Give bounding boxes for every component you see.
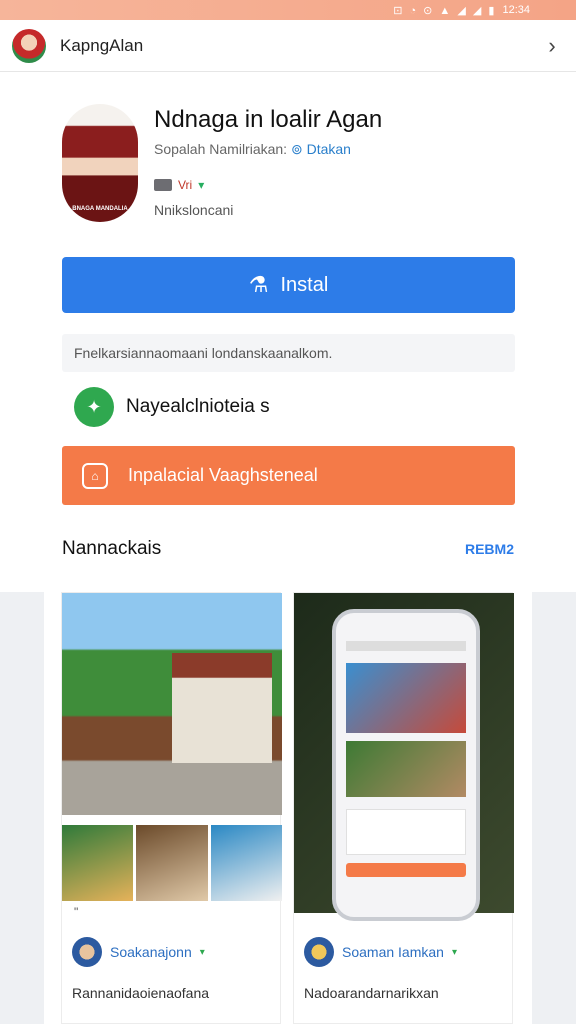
phone-photo <box>294 593 514 921</box>
rating-row: Vri ▾ <box>154 178 204 192</box>
card-caption: " <box>74 905 79 919</box>
phone-header <box>346 641 466 651</box>
install-icon: ⚗ <box>248 272 269 297</box>
photo-thumbnails <box>62 825 282 901</box>
app-icon-image: BNAGA MANDALIA <box>62 104 138 222</box>
app-subtitle: Sopalah Namilriakan: ⊚ Dtakan <box>154 141 351 158</box>
phone-post <box>346 809 466 855</box>
status-time: 12:34 <box>502 4 530 16</box>
phone-mockup <box>332 609 480 921</box>
content-rating-icon <box>154 179 172 191</box>
feed-card[interactable]: " Soakanajonn ▾ Rannanidaoienaofana <box>61 592 282 1024</box>
promo-label: Inpalacial Vaaghsteneal <box>128 465 318 485</box>
card-footer: Rannanidaoienaofana <box>72 985 210 1001</box>
install-button[interactable]: ⚗ Instal <box>62 257 515 313</box>
app-bar: KapngAlan › <box>0 20 576 72</box>
author-name: Soakanajonn <box>110 944 192 960</box>
feature-icon: ✦ <box>74 387 114 427</box>
app-bar-title: KapngAlan <box>60 35 144 55</box>
thumbnail[interactable] <box>210 825 282 901</box>
feature-row[interactable]: ✦ Nayealclnioteia s <box>74 386 270 428</box>
app-subtitle-text: Sopalah Namilriakan: <box>154 141 288 157</box>
status-icons: ⊡ ◔ ⊙ ▲ ◢ ◢ ▮ <box>393 4 497 17</box>
home-icon: ⌂ <box>82 462 108 489</box>
status-bar: ⊡ ◔ ⊙ ▲ ◢ ◢ ▮ 12:34 <box>0 0 576 20</box>
app-name: Ndnaga in loalir Agan <box>154 106 383 133</box>
info-strip: Fnelkarsiannaomaani londanskaanalkom. <box>62 334 515 372</box>
promo-button[interactable]: ⌂ Inpalacial Vaaghsteneal <box>62 446 515 505</box>
install-label: Instal <box>280 273 329 296</box>
feature-label: Nayealclnioteia s <box>126 396 270 417</box>
verified-icon: ▾ <box>451 946 457 958</box>
house-shape <box>172 653 272 763</box>
phone-image <box>346 663 466 733</box>
section-link[interactable]: REBM2 <box>465 541 514 557</box>
card-footer: Nadoarandarnarikxan <box>304 985 439 1001</box>
phone-image <box>346 741 466 797</box>
section-title: Nannackais <box>62 538 162 559</box>
developer-link[interactable]: ⊚ Dtakan <box>291 141 351 157</box>
thumbnail[interactable] <box>136 825 208 901</box>
rating-badge: Vri <box>178 178 193 192</box>
app-avatar[interactable] <box>12 28 46 63</box>
avatar <box>72 937 102 967</box>
author-name: Soaman Iamkan <box>342 944 444 960</box>
avatar <box>304 937 334 967</box>
phone-button <box>346 863 466 877</box>
feed-card[interactable]: Soaman Iamkan ▾ Nadoarandarnarikxan <box>293 592 514 1024</box>
village-photo <box>62 593 282 815</box>
verified-icon: ▾ <box>199 946 205 958</box>
rating-indicator: ▾ <box>198 178 205 192</box>
card-author[interactable]: Soaman Iamkan ▾ <box>304 937 457 967</box>
screenshot-feed: " Soakanajonn ▾ Rannanidaoienaofana Soam… <box>44 592 532 1024</box>
hero-caption: BNAGA MANDALIA <box>72 206 128 212</box>
thumbnail[interactable] <box>62 825 134 901</box>
card-author[interactable]: Soakanajonn ▾ <box>72 937 205 967</box>
app-meta: Nniksloncani <box>154 202 234 218</box>
chevron-right-icon[interactable]: › <box>542 33 562 59</box>
developer-name: Dtakan <box>306 141 351 157</box>
